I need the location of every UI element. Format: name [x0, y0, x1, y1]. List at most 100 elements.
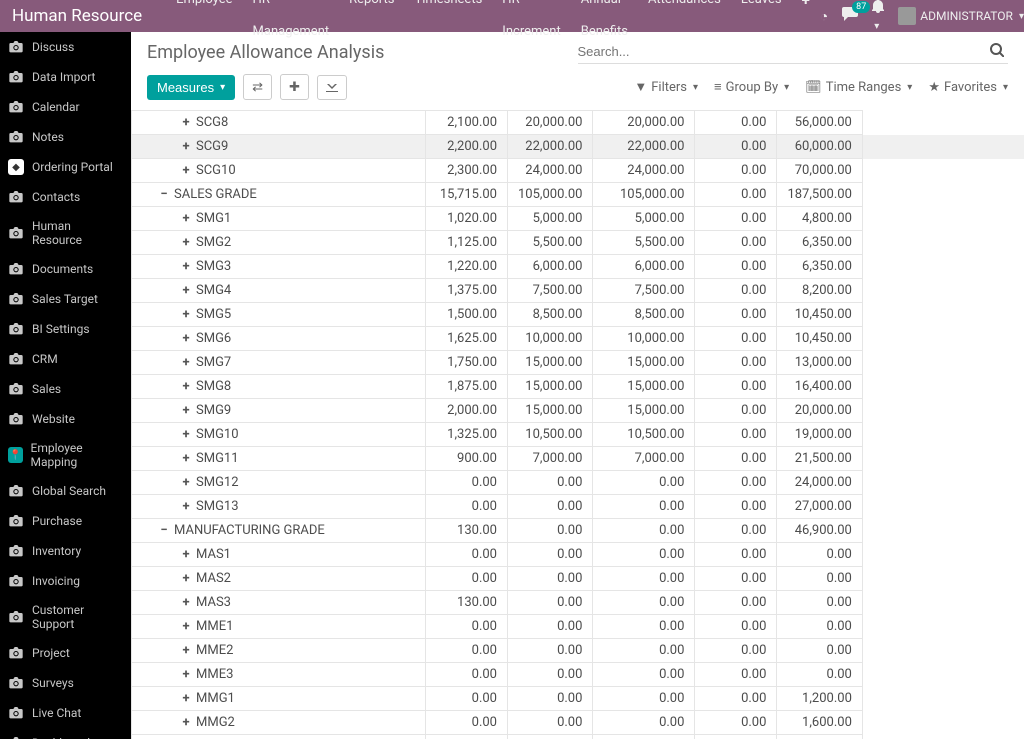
cell[interactable]: 24,000.00: [777, 471, 862, 495]
cell[interactable]: 0.00: [593, 639, 695, 663]
cell[interactable]: 0.00: [695, 375, 777, 399]
search-icon[interactable]: [986, 43, 1008, 61]
cell[interactable]: 0.00: [508, 615, 593, 639]
row-label-cell[interactable]: +SMG7: [132, 351, 426, 375]
sidebar-item[interactable]: ◆Ordering Portal: [0, 152, 131, 182]
cell[interactable]: 0.00: [777, 543, 862, 567]
table-row[interactable]: +SMG101,325.0010,500.0010,500.000.0019,0…: [132, 423, 1024, 447]
cell[interactable]: 6,350.00: [777, 231, 862, 255]
expand-icon[interactable]: +: [180, 475, 192, 490]
cell[interactable]: 0.00: [426, 639, 508, 663]
cell[interactable]: 0.00: [508, 471, 593, 495]
row-label-cell[interactable]: +SCG9: [132, 135, 426, 159]
row-label-cell[interactable]: +SMG5: [132, 303, 426, 327]
table-row[interactable]: +SMG92,000.0015,000.0015,000.000.0020,00…: [132, 399, 1024, 423]
measures-button[interactable]: Measures: [147, 75, 235, 100]
cell[interactable]: 13,000.00: [777, 351, 862, 375]
sidebar-item[interactable]: Global Search: [0, 476, 131, 506]
cell[interactable]: 1,125.00: [426, 231, 508, 255]
row-label-cell[interactable]: +SMG13: [132, 495, 426, 519]
cell[interactable]: 1,200.00: [777, 687, 862, 711]
table-row[interactable]: +SCG92,200.0022,000.0022,000.000.0060,00…: [132, 135, 1024, 159]
cell[interactable]: 0.00: [593, 591, 695, 615]
row-label-cell[interactable]: +SCG10: [132, 159, 426, 183]
row-label-cell[interactable]: +SMG4: [132, 279, 426, 303]
row-label-cell[interactable]: +SMG11: [132, 447, 426, 471]
table-row[interactable]: +MMG30.000.000.000.002,000.00: [132, 735, 1024, 739]
sidebar-item[interactable]: Data Import: [0, 62, 131, 92]
cell[interactable]: 900.00: [426, 447, 508, 471]
expand-icon[interactable]: +: [180, 259, 192, 274]
cell[interactable]: 0.00: [695, 327, 777, 351]
table-row[interactable]: +MAS10.000.000.000.000.00: [132, 543, 1024, 567]
cell[interactable]: 15,000.00: [593, 375, 695, 399]
cell[interactable]: 1,325.00: [426, 423, 508, 447]
table-row[interactable]: +SMG120.000.000.000.0024,000.00: [132, 471, 1024, 495]
cell[interactable]: 0.00: [508, 711, 593, 735]
cell[interactable]: 5,000.00: [508, 207, 593, 231]
cell[interactable]: 7,000.00: [593, 447, 695, 471]
table-row[interactable]: +SMG71,750.0015,000.0015,000.000.0013,00…: [132, 351, 1024, 375]
cell[interactable]: 0.00: [593, 687, 695, 711]
expand-icon[interactable]: +: [180, 643, 192, 658]
cell[interactable]: 7,000.00: [508, 447, 593, 471]
cell[interactable]: 20,000.00: [593, 111, 695, 135]
row-label-cell[interactable]: +MMG1: [132, 687, 426, 711]
cell[interactable]: 0.00: [508, 567, 593, 591]
cell[interactable]: 0.00: [695, 591, 777, 615]
sidebar-item[interactable]: Project: [0, 638, 131, 668]
row-label-cell[interactable]: +SMG9: [132, 399, 426, 423]
cell[interactable]: 0.00: [508, 735, 593, 739]
cell[interactable]: 8,500.00: [508, 303, 593, 327]
expand-icon[interactable]: +: [180, 379, 192, 394]
cell[interactable]: 0.00: [695, 447, 777, 471]
cell[interactable]: 0.00: [593, 663, 695, 687]
cell[interactable]: 0.00: [593, 471, 695, 495]
sidebar-item[interactable]: Calendar: [0, 92, 131, 122]
table-row[interactable]: +SCG82,100.0020,000.0020,000.000.0056,00…: [132, 111, 1024, 135]
cell[interactable]: 24,000.00: [508, 159, 593, 183]
cell[interactable]: 56,000.00: [777, 111, 862, 135]
cell[interactable]: 0.00: [695, 255, 777, 279]
expand-icon[interactable]: +: [180, 451, 192, 466]
cell[interactable]: 22,000.00: [593, 135, 695, 159]
cell[interactable]: 10,500.00: [593, 423, 695, 447]
expand-icon[interactable]: −: [158, 523, 170, 538]
cell[interactable]: 2,000.00: [777, 735, 862, 739]
row-label-cell[interactable]: +MAS2: [132, 567, 426, 591]
cell[interactable]: 0.00: [695, 471, 777, 495]
table-row[interactable]: +MAS20.000.000.000.000.00: [132, 567, 1024, 591]
table-row[interactable]: +SCG102,300.0024,000.0024,000.000.0070,0…: [132, 159, 1024, 183]
expand-button[interactable]: ✚: [280, 74, 309, 100]
search-input[interactable]: [578, 40, 987, 63]
cell[interactable]: 0.00: [508, 591, 593, 615]
expand-icon[interactable]: +: [180, 115, 192, 130]
sidebar-item[interactable]: Surveys: [0, 668, 131, 698]
cell[interactable]: 27,000.00: [777, 495, 862, 519]
row-label-cell[interactable]: +SMG2: [132, 231, 426, 255]
cell[interactable]: 15,715.00: [426, 183, 508, 207]
sidebar-item[interactable]: Purchase: [0, 506, 131, 536]
sidebar-item[interactable]: Customer Support: [0, 596, 131, 638]
table-row[interactable]: +SMG81,875.0015,000.0015,000.000.0016,40…: [132, 375, 1024, 399]
cell[interactable]: 5,500.00: [593, 231, 695, 255]
row-label-cell[interactable]: +SCG8: [132, 111, 426, 135]
cell[interactable]: 0.00: [695, 231, 777, 255]
cell[interactable]: 105,000.00: [593, 183, 695, 207]
sidebar-item[interactable]: Human Resource: [0, 212, 131, 254]
cell[interactable]: 10,450.00: [777, 327, 862, 351]
table-row[interactable]: +MME20.000.000.000.000.00: [132, 639, 1024, 663]
cell[interactable]: 0.00: [695, 183, 777, 207]
cell[interactable]: 5,500.00: [508, 231, 593, 255]
row-label-cell[interactable]: +MME1: [132, 615, 426, 639]
table-row[interactable]: +SMG51,500.008,500.008,500.000.0010,450.…: [132, 303, 1024, 327]
cell[interactable]: 0.00: [426, 615, 508, 639]
row-label-cell[interactable]: +SMG12: [132, 471, 426, 495]
table-row[interactable]: +MAS3130.000.000.000.000.00: [132, 591, 1024, 615]
cell[interactable]: 0.00: [695, 543, 777, 567]
expand-icon[interactable]: +: [180, 355, 192, 370]
cell[interactable]: 0.00: [695, 567, 777, 591]
cell[interactable]: 1,375.00: [426, 279, 508, 303]
expand-icon[interactable]: −: [158, 187, 170, 202]
row-label-cell[interactable]: +SMG3: [132, 255, 426, 279]
